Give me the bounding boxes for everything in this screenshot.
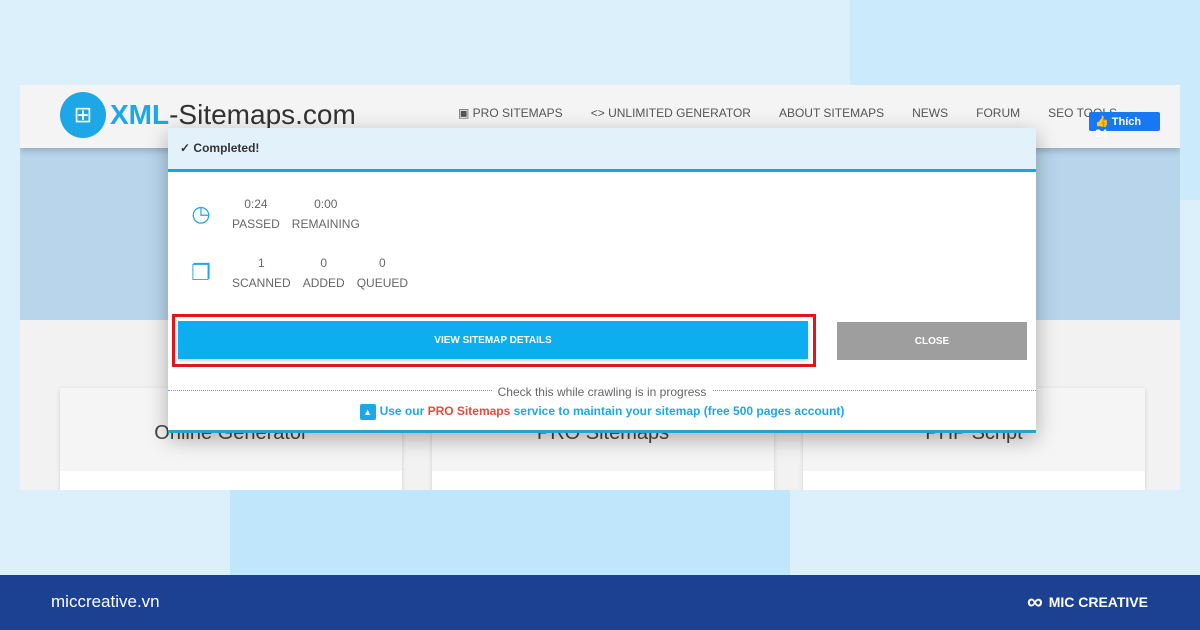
stat-added: 0 ADDED [302,256,345,290]
footer-bar: miccreative.vn ∞ MIC CREATIVE [0,575,1200,630]
brand-logo: ∞ MIC CREATIVE [1027,589,1148,614]
footer-domain: miccreative.vn [51,592,160,611]
logo-rest: -Sitemaps.com [169,99,356,130]
check-icon: ✓ [180,141,191,155]
check-text: Check this while crawling is in progress [491,385,713,399]
copy-pages-icon: ❐ [191,260,211,285]
nav-forum[interactable]: FORUM [976,106,1020,120]
modal-header: ✓ Completed! [168,128,1036,172]
nav-unlimited-generator[interactable]: <> UNLIMITED GENERATOR [591,106,751,120]
stat-passed: 0:24 PASSED [232,197,280,231]
view-sitemap-details-button[interactable]: VIEW SITEMAP DETAILS [178,321,808,359]
clock-icon: ◷ [191,201,211,226]
upload-icon: ▲ [359,404,376,420]
mic-logo-icon: ∞ [1027,589,1043,614]
sitemap-icon: ⊞ [60,92,106,138]
main-nav: ▣ PRO SITEMAPS <> UNLIMITED GENERATOR AB… [458,106,1117,120]
logo-bold: XML [110,99,170,130]
nav-news[interactable]: NEWS [912,106,948,120]
crawl-complete-modal: ✓ Completed! ◷ 0:24 PASSED 0:00 REMAINING … [168,128,1036,433]
stat-remaining: 0:00 REMAINING [291,197,360,231]
nav-pro-sitemaps[interactable]: ▣ PRO SITEMAPS [458,106,563,120]
highlight-box: VIEW SITEMAP DETAILS [172,314,816,367]
pro-sitemaps-promo-link[interactable]: ▲ Use our PRO Sitemaps service to maintai… [168,404,1036,420]
time-stats: ◷ 0:24 PASSED 0:00 REMAINING [188,194,360,234]
stat-scanned: 1 SCANNED [232,256,291,290]
status-text: Completed! [193,141,260,155]
nav-about-sitemaps[interactable]: ABOUT SITEMAPS [779,106,884,120]
facebook-like-button[interactable]: 👍 Thích 24 [1089,112,1160,140]
close-button[interactable]: CLOSE [837,322,1027,360]
stat-queued: 0 QUEUED [356,256,409,290]
page-stats: ❐ 1 SCANNED 0 ADDED 0 QUEUED [188,253,408,293]
